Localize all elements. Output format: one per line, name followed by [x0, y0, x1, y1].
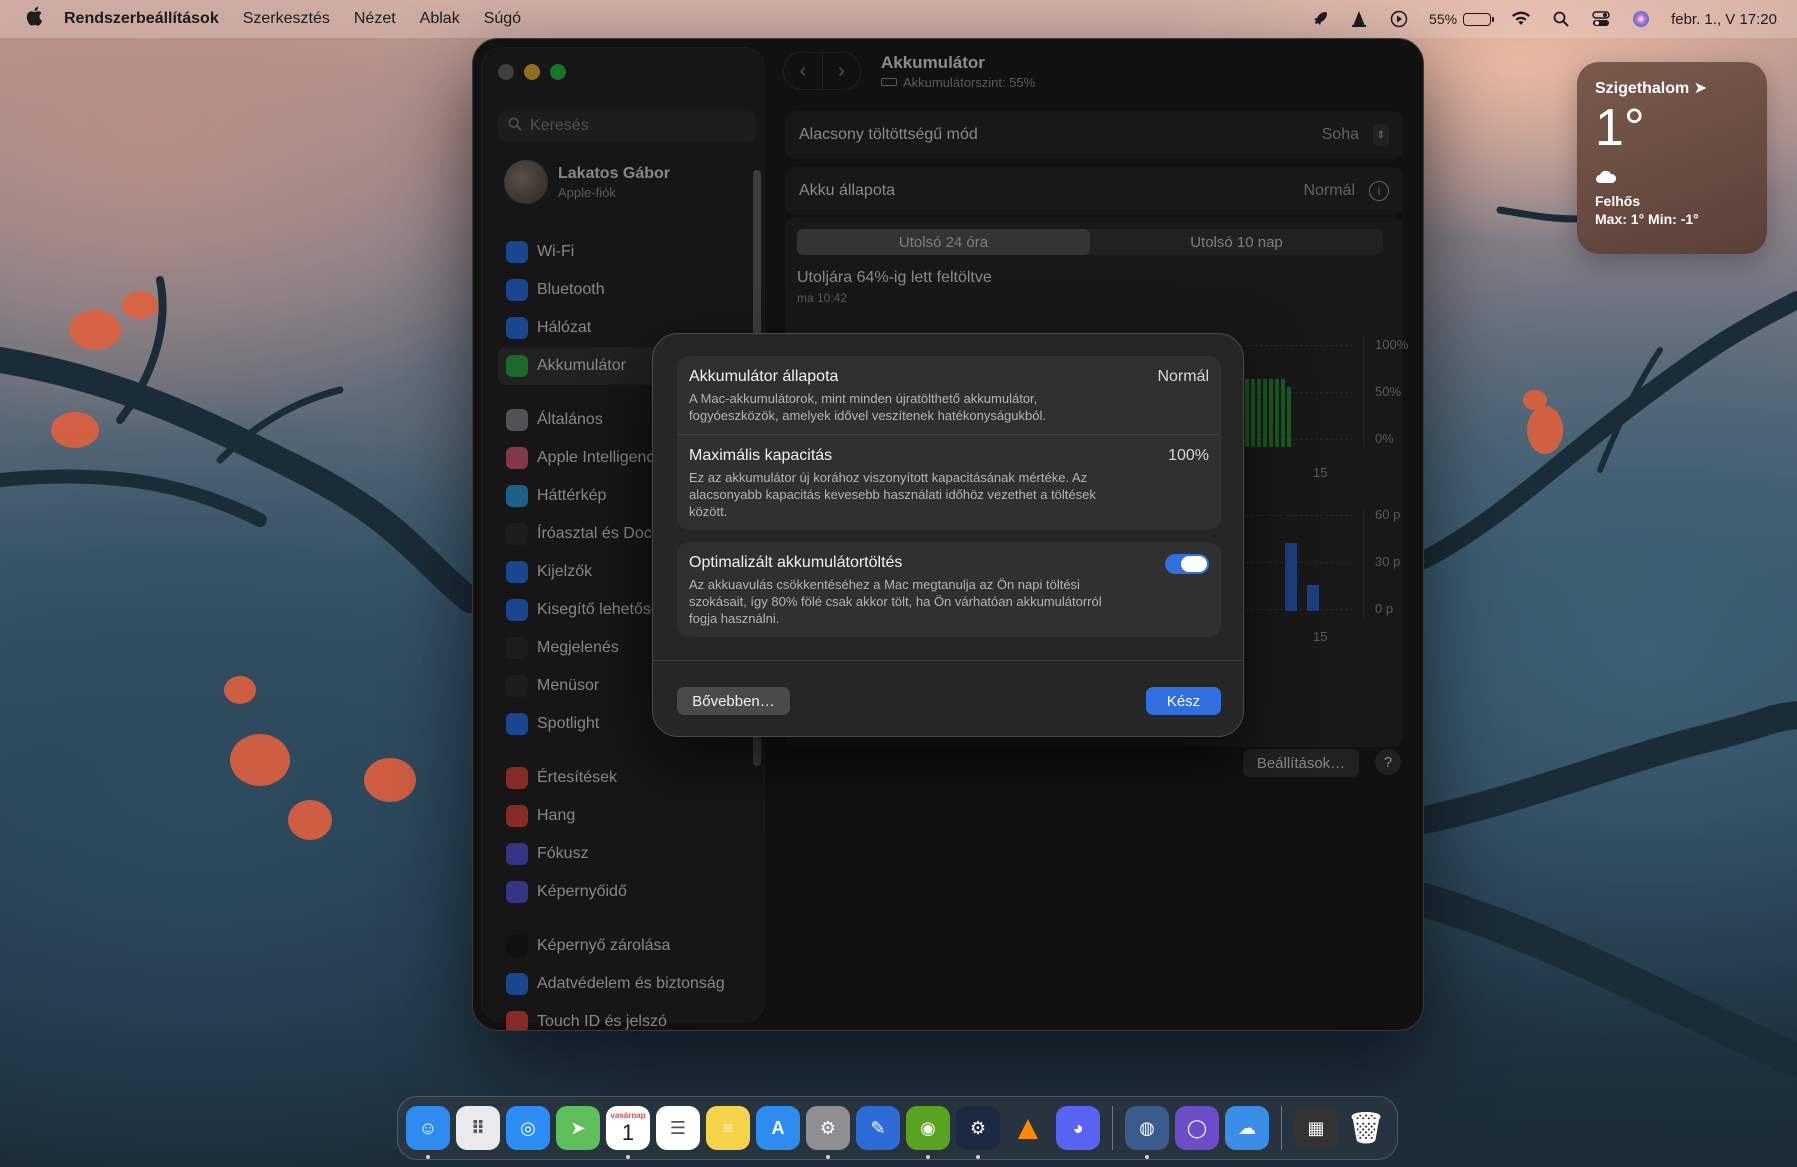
running-indicator [976, 1155, 980, 1159]
dock-app-glyph: ☰ [669, 1117, 687, 1138]
optimized-charging-section: Optimalizált akkumulátortöltés Az akkuav… [677, 542, 1221, 637]
steam-app-icon[interactable]: ⚙ [956, 1106, 1000, 1159]
menu-bar: Rendszerbeállítások Szerkesztés Nézet Ab… [0, 0, 1797, 38]
max-capacity-section: Maximális kapacitás 100% Ez az akkumulát… [677, 434, 1221, 530]
menu-view[interactable]: Nézet [354, 10, 396, 28]
menu-edit[interactable]: Szerkesztés [243, 10, 330, 28]
max-capacity-title: Maximális kapacitás [689, 447, 833, 464]
dock-app-glyph: ✎ [870, 1117, 886, 1138]
dock-separator [1112, 1106, 1113, 1150]
downloads-stack-icon[interactable]: ▦ [1294, 1106, 1338, 1150]
optimized-charging-toggle[interactable] [1165, 554, 1209, 574]
apple-menu-icon[interactable] [20, 6, 48, 32]
dock-app-glyph: ⚙ [819, 1117, 837, 1138]
finder-app-icon[interactable]: ☺ [406, 1106, 450, 1159]
weather-condition: Felhős [1595, 193, 1641, 209]
control-center-icon[interactable] [1591, 10, 1611, 28]
xcode-app-icon[interactable]: ✎ [856, 1106, 900, 1150]
running-indicator [926, 1155, 930, 1159]
weather-city: Szigethalom ➤ [1595, 78, 1749, 98]
battery-condition-section: Akkumulátor állapota Normál A Mac-akkumu… [677, 356, 1221, 434]
running-indicator [826, 1155, 830, 1159]
running-indicator [626, 1155, 630, 1159]
optimized-charging-card: Optimalizált akkumulátortöltés Az akkuav… [677, 542, 1221, 637]
dock: ☺ ⠿ ◎ ➤ vasárnap 1 ☰ ≡ A ⚙ ✎ ◉ ⚙ ▲ ◕ ◍ ◯ ☁ ▦ 🗑 [397, 1096, 1398, 1160]
nvidia-app-icon[interactable]: ◉ [906, 1106, 950, 1159]
battery-health-sheet: Akkumulátor állapota Normál A Mac-akkumu… [652, 333, 1244, 737]
system-settings-app-icon[interactable]: ⚙ [806, 1106, 850, 1159]
battery-condition-description: A Mac-akkumulátorok, mint minden újratöl… [689, 391, 1046, 423]
dock-app-glyph: A [771, 1117, 785, 1138]
play-circle-icon[interactable] [1389, 10, 1409, 28]
trash-icon[interactable]: 🗑 [1344, 1106, 1388, 1150]
dock-app-glyph: ◎ [520, 1117, 536, 1138]
notes-app-icon[interactable]: ≡ [706, 1106, 750, 1150]
location-arrow-icon: ➤ [1693, 80, 1708, 97]
dock-app-glyph: ▲ [1011, 1108, 1045, 1147]
menu-app-name[interactable]: Rendszerbeállítások [64, 10, 219, 28]
dock-app-glyph: ◕ [1072, 1117, 1084, 1138]
weather-app-icon[interactable]: ☁ [1225, 1106, 1269, 1150]
optimized-charging-title: Optimalizált akkumulátortöltés [689, 554, 903, 571]
battery-health-card: Akkumulátor állapota Normál A Mac-akkumu… [677, 356, 1221, 530]
battery-percent: 55% [1429, 11, 1458, 27]
battery-status[interactable]: 55% [1429, 11, 1495, 27]
weather-widget[interactable]: Szigethalom ➤ 1° Felhős Max: 1° Min: -1° [1577, 62, 1767, 254]
siri-icon[interactable] [1631, 10, 1651, 28]
vlc-cone-icon[interactable] [1349, 10, 1369, 28]
safari-app-icon[interactable]: ◎ [506, 1106, 550, 1150]
automator-app-icon[interactable]: ◍ [1125, 1106, 1169, 1159]
dock-app-glyph: ⠿ [470, 1117, 486, 1138]
appstore-app-icon[interactable]: A [756, 1106, 800, 1150]
dock-separator [1281, 1106, 1282, 1150]
vlc-app-icon[interactable]: ▲ [1006, 1106, 1050, 1150]
running-indicator [1145, 1155, 1149, 1159]
optimized-charging-description: Az akkuavulás csökkentéséhez a Mac megta… [689, 577, 1102, 626]
launchpad-app-icon[interactable]: ⠿ [456, 1106, 500, 1150]
cloud-icon [1595, 170, 1749, 189]
running-indicator [426, 1155, 430, 1159]
rocket-icon[interactable] [1309, 10, 1329, 28]
battery-icon [1463, 12, 1495, 26]
spotlight-search-icon[interactable] [1551, 10, 1571, 28]
battery-condition-title: Akkumulátor állapota [689, 368, 839, 385]
dock-app-glyph: ◯ [1186, 1117, 1208, 1138]
dock-app-glyph: ⚙ [969, 1117, 987, 1138]
sheet-divider [653, 660, 1243, 661]
dock-app-glyph: ◉ [920, 1117, 936, 1138]
dock-app-glyph: 🗑 [1346, 1111, 1386, 1145]
dock-app-glyph: ➤ [570, 1117, 586, 1138]
done-button[interactable]: Kész [1146, 687, 1221, 715]
calendar-day: 1 [621, 1120, 635, 1145]
discord-app-icon[interactable]: ◕ [1056, 1106, 1100, 1150]
weather-temperature: 1° [1595, 99, 1645, 157]
menu-help[interactable]: Súgó [484, 10, 521, 28]
wifi-icon[interactable] [1511, 10, 1531, 28]
reminders-app-icon[interactable]: ☰ [656, 1106, 700, 1150]
weather-range: Max: 1° Min: -1° [1595, 211, 1699, 227]
calendar-app-icon[interactable]: vasárnap 1 [606, 1106, 650, 1159]
menubar-clock[interactable]: febr. 1., V 17:20 [1671, 11, 1777, 28]
battery-condition-value: Normál [1157, 368, 1209, 385]
dock-app-glyph: ≡ [722, 1117, 734, 1138]
dock-app-glyph: ☺ [418, 1117, 438, 1138]
learn-more-button[interactable]: Bővebben… [677, 687, 790, 715]
max-capacity-description: Ez az akkumulátor új korához viszonyítot… [689, 470, 1096, 519]
menu-window[interactable]: Ablak [420, 10, 460, 28]
iina-app-icon[interactable]: ◯ [1175, 1106, 1219, 1150]
max-capacity-value: 100% [1168, 447, 1209, 464]
menubar-status-area: 55% febr. 1., V 17:20 [1309, 10, 1777, 28]
dock-app-glyph: ☁ [1238, 1117, 1256, 1138]
dock-app-glyph: ▦ [1307, 1117, 1325, 1138]
maps-app-icon[interactable]: ➤ [556, 1106, 600, 1150]
dock-app-glyph: ◍ [1139, 1117, 1155, 1138]
weather-city-label: Szigethalom [1595, 80, 1690, 97]
